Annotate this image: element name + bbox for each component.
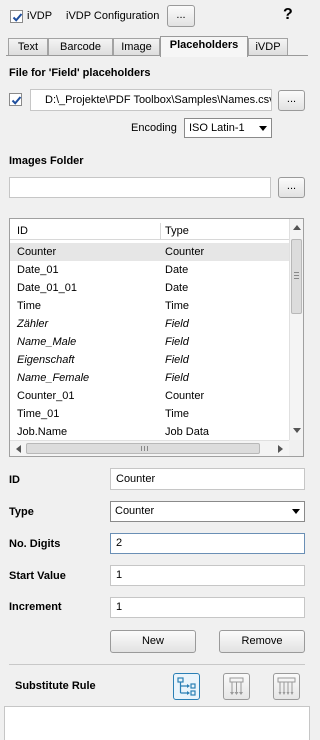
row-id: Counter xyxy=(17,246,57,258)
table-row[interactable]: Name_Female Field xyxy=(10,369,290,387)
row-id: Name_Male xyxy=(17,336,77,348)
encoding-select-value: ISO Latin-1 xyxy=(189,122,245,134)
scroll-right-icon[interactable] xyxy=(278,445,284,453)
row-type: Time xyxy=(165,408,190,420)
row-type: Field xyxy=(165,318,189,330)
table-row[interactable]: Counter Counter xyxy=(10,243,290,261)
checkmark-icon xyxy=(12,13,23,22)
images-folder-input[interactable] xyxy=(9,177,271,198)
checkmark-icon xyxy=(11,96,22,105)
scroll-corner xyxy=(289,440,303,456)
section-divider xyxy=(9,664,305,665)
scroll-down-icon[interactable] xyxy=(293,428,301,434)
tab-bar: Text Barcode Image Placeholders iVDP xyxy=(6,36,308,57)
start-value-label: Start Value xyxy=(9,570,66,582)
horizontal-scroll-thumb[interactable] xyxy=(26,443,260,454)
field-file-heading: File for 'Field' placeholders xyxy=(9,67,151,79)
row-id: Eigenschaft xyxy=(17,354,75,366)
scroll-left-icon[interactable] xyxy=(15,445,21,453)
scroll-up-icon[interactable] xyxy=(293,224,301,230)
encoding-label: Encoding xyxy=(131,122,177,134)
row-id: Time_01 xyxy=(17,408,60,420)
row-id: Date_01_01 xyxy=(17,282,77,294)
substitute-rule-area[interactable] xyxy=(4,706,310,740)
table-row[interactable]: Name_Male Field xyxy=(10,333,290,351)
no-digits-input[interactable]: 2 xyxy=(110,533,305,554)
row-id: Zähler xyxy=(17,318,49,330)
table-row[interactable]: Eigenschaft Field xyxy=(10,351,290,369)
type-select[interactable]: Counter xyxy=(110,501,305,522)
tab-image[interactable]: Image xyxy=(113,38,160,56)
ivdp-checkbox-label: iVDP xyxy=(27,10,53,22)
row-type: Counter xyxy=(165,246,205,258)
table-header: ID Type xyxy=(10,223,290,239)
new-button[interactable]: New xyxy=(110,630,196,653)
no-digits-label: No. Digits xyxy=(9,538,61,550)
row-type: Field xyxy=(165,354,189,366)
multi-arrows-icon xyxy=(277,677,296,695)
row-id: Counter_01 xyxy=(17,390,75,402)
table-row[interactable]: Counter_01 Counter xyxy=(10,387,290,405)
row-type: Time xyxy=(165,300,190,312)
row-type: Job Data xyxy=(165,426,210,438)
row-id: Job.Name xyxy=(17,426,68,438)
vertical-scroll-thumb[interactable] xyxy=(291,239,302,314)
substitute-rule-label: Substitute Rule xyxy=(15,680,96,692)
parallel-arrows-icon xyxy=(229,677,244,695)
chevron-down-icon xyxy=(259,126,267,131)
placeholder-table: ID Type Counter Counter Date_01 Date Date_01… xyxy=(9,218,304,457)
type-select-value: Counter xyxy=(115,505,155,517)
table-row[interactable]: Date_01 Date xyxy=(10,261,290,279)
increment-input[interactable]: 1 xyxy=(110,597,305,618)
tab-text[interactable]: Text xyxy=(8,38,48,56)
row-id: Date_01 xyxy=(17,264,59,276)
field-file-path-input[interactable]: D:\_Projekte\PDF Toolbox\Samples\Names.c… xyxy=(30,89,272,111)
substitute-rule-sequential-button[interactable] xyxy=(173,673,200,700)
remove-button[interactable]: Remove xyxy=(219,630,305,653)
id-label: ID xyxy=(9,474,20,486)
chevron-down-icon xyxy=(292,509,300,514)
substitute-rule-multi-button[interactable] xyxy=(273,673,300,700)
row-type: Counter xyxy=(165,390,205,402)
table-row[interactable]: Time Time xyxy=(10,297,290,315)
row-id: Name_Female xyxy=(17,372,90,384)
ivdp-checkbox[interactable] xyxy=(10,10,23,23)
row-type: Date xyxy=(165,282,189,294)
column-header-id[interactable]: ID xyxy=(17,223,28,239)
help-icon[interactable]: ? xyxy=(283,6,293,24)
tab-ivdp[interactable]: iVDP xyxy=(248,38,288,56)
images-folder-heading: Images Folder xyxy=(9,155,84,167)
flow-tree-icon xyxy=(177,677,196,696)
id-input[interactable]: Counter xyxy=(110,468,305,490)
row-id: Time xyxy=(17,300,42,312)
substitute-rule-parallel-button[interactable] xyxy=(223,673,250,700)
images-folder-browse-button[interactable]: ... xyxy=(278,177,305,198)
tab-barcode[interactable]: Barcode xyxy=(48,38,113,56)
vertical-scrollbar[interactable] xyxy=(289,219,303,440)
type-label: Type xyxy=(9,506,34,518)
table-row[interactable]: Zähler Field xyxy=(10,315,290,333)
row-type: Date xyxy=(165,264,189,276)
column-header-type[interactable]: Type xyxy=(165,223,189,239)
tab-divider xyxy=(6,55,308,56)
config-title: iVDP Configuration xyxy=(66,10,160,22)
field-file-browse-button[interactable]: ... xyxy=(278,90,305,111)
column-divider xyxy=(160,223,161,239)
horizontal-scrollbar[interactable] xyxy=(10,440,290,456)
start-value-input[interactable]: 1 xyxy=(110,565,305,586)
table-row[interactable]: Date_01_01 Date xyxy=(10,279,290,297)
config-more-button[interactable]: ... xyxy=(167,5,195,27)
increment-label: Increment xyxy=(9,601,62,613)
header-divider xyxy=(10,239,290,240)
field-file-checkbox[interactable] xyxy=(9,93,22,106)
row-type: Field xyxy=(165,372,189,384)
tab-placeholders[interactable]: Placeholders xyxy=(160,36,248,57)
encoding-select[interactable]: ISO Latin-1 xyxy=(184,118,272,138)
table-row[interactable]: Job.Name Job Data xyxy=(10,423,290,441)
row-type: Field xyxy=(165,336,189,348)
table-row[interactable]: Time_01 Time xyxy=(10,405,290,423)
